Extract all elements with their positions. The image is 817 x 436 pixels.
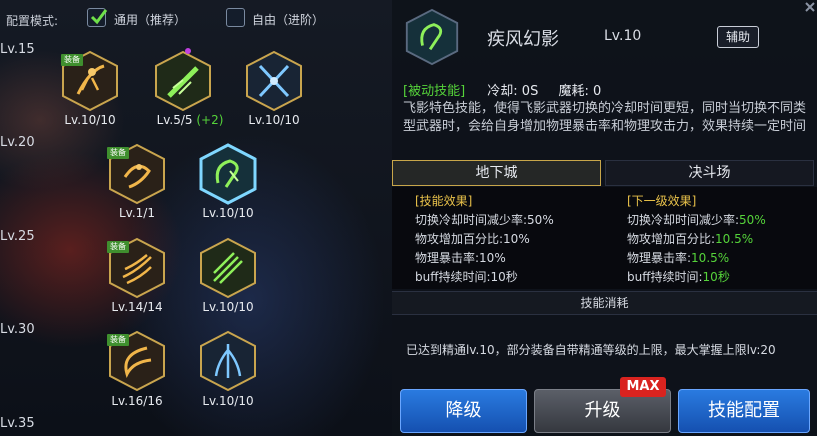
skill-slot-selected[interactable] — [198, 143, 258, 205]
equipped-badge: 装备 — [61, 54, 83, 66]
skill-config-button[interactable]: 技能配置 — [678, 389, 810, 433]
level-label-25: Lv.25 — [0, 229, 35, 244]
skill-level-text: Lv.10/10 — [202, 206, 254, 220]
tab-dungeon[interactable]: 地下城 — [392, 160, 601, 186]
skill-cost-header: 技能消耗 — [392, 291, 817, 315]
check-icon — [90, 9, 108, 25]
cooldown-text: 冷却: 0S — [487, 84, 539, 99]
equipped-badge: 装备 — [107, 147, 129, 159]
current-effects: [技能效果] 切换冷却时间减少率:50% 物攻增加百分比:10% 物理暴击率:1… — [415, 192, 554, 287]
wind-surge-icon — [214, 344, 242, 378]
free-mode-label[interactable]: 自由（进阶） — [252, 11, 324, 28]
next-level-effects: [下一级效果] 切换冷却时间减少率:50% 物攻增加百分比:10.5% 物理暴击… — [627, 192, 766, 287]
skill-level-text: Lv.10/10 — [202, 394, 254, 408]
config-bar: 配置模式: 通用（推荐） 自由（进阶） — [0, 0, 390, 38]
skill-level-text: Lv.10/10 — [248, 113, 300, 127]
skill-level: Lv.10 — [604, 28, 642, 44]
whirlwind-icon — [420, 23, 443, 51]
crossed-blades-icon — [258, 64, 290, 98]
passive-tag: [被动技能] — [403, 84, 466, 99]
skill-level-text: Lv.16/16 — [111, 394, 163, 408]
skill-level-text: Lv.14/14 — [111, 300, 163, 314]
spin-kick-icon — [123, 164, 151, 189]
level-label-20: Lv.20 — [0, 135, 35, 150]
whirlwind-icon — [215, 159, 239, 188]
free-mode-checkbox[interactable] — [226, 8, 245, 27]
skill-type-tag: 辅助 — [717, 26, 759, 48]
mana-cost-text: 魔耗: 0 — [558, 84, 602, 99]
config-mode-label: 配置模式: — [6, 14, 59, 28]
general-mode-label[interactable]: 通用（推荐） — [114, 11, 186, 28]
effect-line: 物理暴击率:10.5% — [627, 251, 730, 265]
new-dot — [185, 48, 191, 54]
equipped-badge: 装备 — [107, 334, 129, 346]
skill-slot[interactable] — [244, 50, 304, 112]
skill-level-text: Lv.10/10 — [64, 113, 116, 127]
skill-slot[interactable] — [198, 330, 258, 392]
slash-burst-icon — [122, 254, 152, 285]
level-label-15: Lv.15 — [0, 42, 35, 57]
next-effects-heading: [下一级效果] — [627, 194, 697, 208]
skill-slot[interactable] — [198, 237, 258, 299]
effect-line: buff持续时间:10秒 — [415, 270, 518, 284]
blade-dash-icon — [167, 66, 199, 98]
equipped-badge: 装备 — [107, 241, 129, 253]
skill-description: 飞影特色技能，使得飞影武器切换的冷却时间更短，同时当切换不同类型武器时，会给自身… — [403, 101, 807, 134]
effect-line: 切换冷却时间减少率:50% — [627, 213, 766, 227]
level-label-35: Lv.35 — [0, 416, 35, 431]
tab-arena[interactable]: 决斗场 — [605, 160, 814, 186]
effect-line: buff持续时间:10秒 — [627, 270, 730, 284]
mastery-note: 已达到精通lv.10，部分装备自带精通等级的上限，最大掌握上限lv:20 — [406, 343, 776, 357]
effect-line: 切换冷却时间减少率:50% — [415, 213, 554, 227]
effect-line: 物攻增加百分比:10.5% — [627, 232, 754, 246]
general-mode-checkbox[interactable] — [87, 8, 108, 27]
selected-skill-icon — [404, 8, 460, 66]
skill-slot[interactable] — [153, 50, 213, 112]
downgrade-button[interactable]: 降级 — [400, 389, 527, 433]
multi-slash-icon — [213, 252, 243, 284]
archer-leap-icon — [76, 64, 105, 95]
max-badge: MAX — [620, 377, 666, 397]
skill-meta-row: [被动技能] 冷却: 0S 魔耗: 0 — [403, 80, 601, 99]
skill-level-text: Lv.5/5 (+2) — [156, 113, 224, 127]
level-label-30: Lv.30 — [0, 322, 35, 337]
skill-level-text: Lv.1/1 — [119, 206, 155, 220]
effect-line: 物攻增加百分比:10% — [415, 232, 530, 246]
skill-level-text: Lv.10/10 — [202, 300, 254, 314]
current-effects-heading: [技能效果] — [415, 194, 473, 208]
close-icon[interactable] — [803, 0, 817, 14]
effect-line: 物理暴击率:10% — [415, 251, 506, 265]
crescent-strike-icon — [124, 346, 152, 379]
skill-name: 疾风幻影 — [487, 29, 559, 50]
